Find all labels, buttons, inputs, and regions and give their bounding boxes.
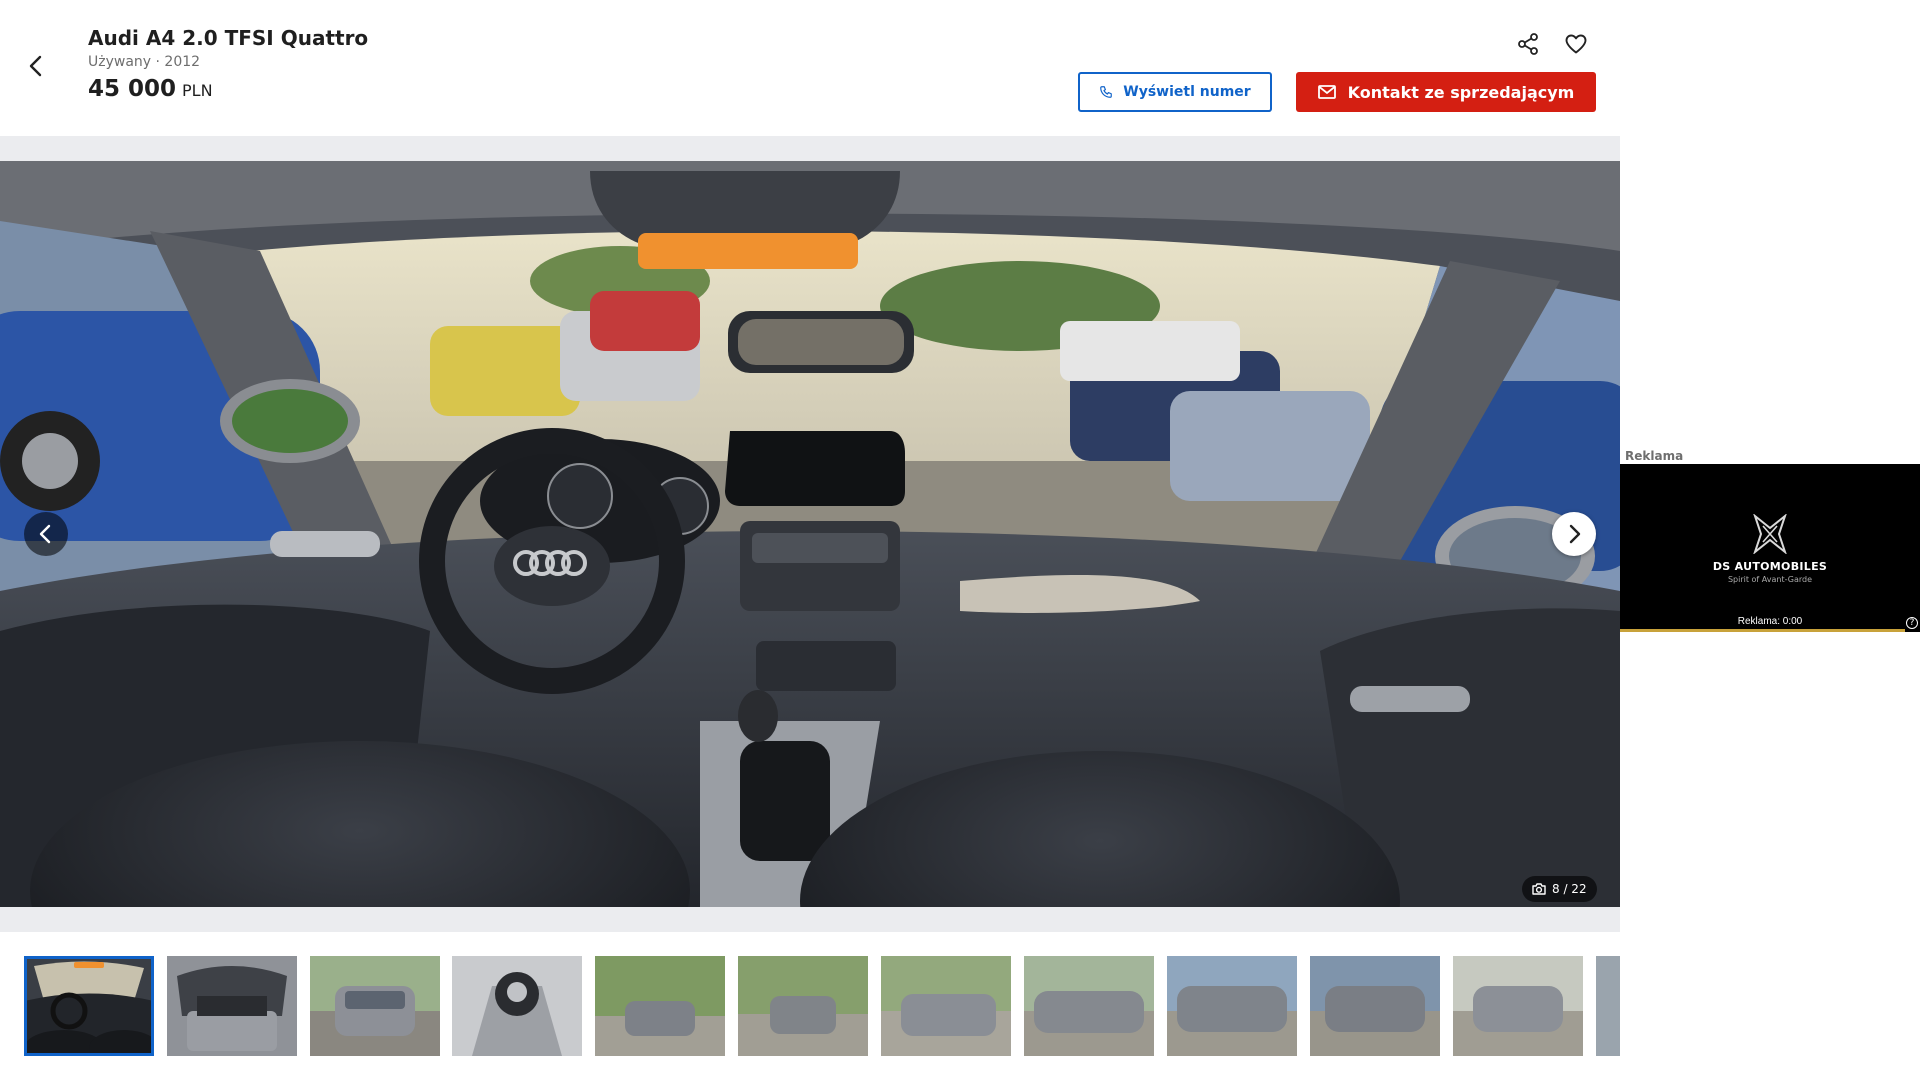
listing-title: Audi A4 2.0 TFSI Quattro [88, 26, 369, 50]
video-ad[interactable]: DS AUTOMOBILES Spirit of Avant-Garde Rek… [1620, 464, 1920, 632]
heart-icon [1565, 34, 1587, 54]
thumbnail-image [167, 956, 297, 1056]
mail-icon [1317, 85, 1336, 99]
show-phone-number-button[interactable]: Wyświetl numer [1078, 72, 1272, 112]
thumbnail-1[interactable] [24, 956, 154, 1056]
photo-counter-text: 8 / 22 [1552, 882, 1587, 896]
thumbnail-image [24, 956, 154, 1056]
share-icon [1518, 33, 1538, 55]
photo-counter: 8 / 22 [1522, 876, 1597, 902]
thumbnail-image [310, 956, 440, 1056]
thumbnail-image [595, 956, 725, 1056]
previous-photo-button[interactable] [24, 512, 68, 556]
thumbnail-image [1024, 956, 1154, 1056]
thumbnail-image [452, 956, 582, 1056]
thumbnail-6[interactable] [738, 956, 868, 1056]
car-interior-photo [0, 161, 1620, 907]
back-button[interactable] [20, 50, 52, 82]
ad-timer: Reklama: 0:00 [1737, 616, 1803, 627]
thumbnail-image [738, 956, 868, 1056]
favorite-button[interactable] [1560, 28, 1592, 60]
ad-tagline: Spirit of Avant-Garde [1727, 575, 1813, 584]
price-amount: 45 000 [88, 76, 177, 102]
thumbnail-strip [0, 932, 1620, 1080]
thumbnail-image [1453, 956, 1583, 1056]
share-button[interactable] [1512, 28, 1544, 60]
thumbnail-10[interactable] [1310, 956, 1440, 1056]
thumbnail-4[interactable] [452, 956, 582, 1056]
chevron-right-icon [1569, 524, 1581, 544]
ad-label: Reklama [1625, 449, 1684, 463]
thumbnail-image [1167, 956, 1297, 1056]
thumbnail-12[interactable] [1596, 956, 1620, 1056]
listing-price: 45 000 PLN [88, 76, 368, 104]
chevron-left-icon [39, 524, 51, 544]
help-icon[interactable]: ? [1906, 617, 1918, 629]
price-currency: PLN [182, 81, 213, 100]
thumbnail-7[interactable] [881, 956, 1011, 1056]
chevron-left-icon [29, 55, 42, 77]
show-phone-number-label: Wyświetl numer [1123, 84, 1251, 100]
thumbnail-3[interactable] [310, 956, 440, 1056]
thumbnail-9[interactable] [1167, 956, 1297, 1056]
listing-subtitle: Używany · 2012 [88, 54, 201, 70]
thumbnail-11[interactable] [1453, 956, 1583, 1056]
listing-title-block: Audi A4 2.0 TFSI Quattro Używany · 2012 … [88, 26, 368, 104]
thumbnail-image [881, 956, 1011, 1056]
contact-seller-label: Kontakt ze sprzedającym [1347, 82, 1575, 102]
phone-icon [1100, 86, 1113, 98]
thumbnail-5[interactable] [595, 956, 725, 1056]
camera-icon [1532, 883, 1546, 895]
thumbnail-image [1596, 956, 1620, 1056]
thumbnail-image [1310, 956, 1440, 1056]
thumbnail-2[interactable] [167, 956, 297, 1056]
main-photo[interactable] [0, 161, 1620, 907]
contact-seller-button[interactable]: Kontakt ze sprzedającym [1296, 72, 1596, 112]
ds-logo-icon [1753, 514, 1787, 554]
listing-header: Audi A4 2.0 TFSI Quattro Używany · 2012 … [0, 0, 1620, 136]
ad-progress-bar [1620, 629, 1905, 632]
next-photo-button[interactable] [1552, 512, 1596, 556]
thumbnail-8[interactable] [1024, 956, 1154, 1056]
ad-brand-name: DS AUTOMOBILES [1712, 560, 1828, 573]
